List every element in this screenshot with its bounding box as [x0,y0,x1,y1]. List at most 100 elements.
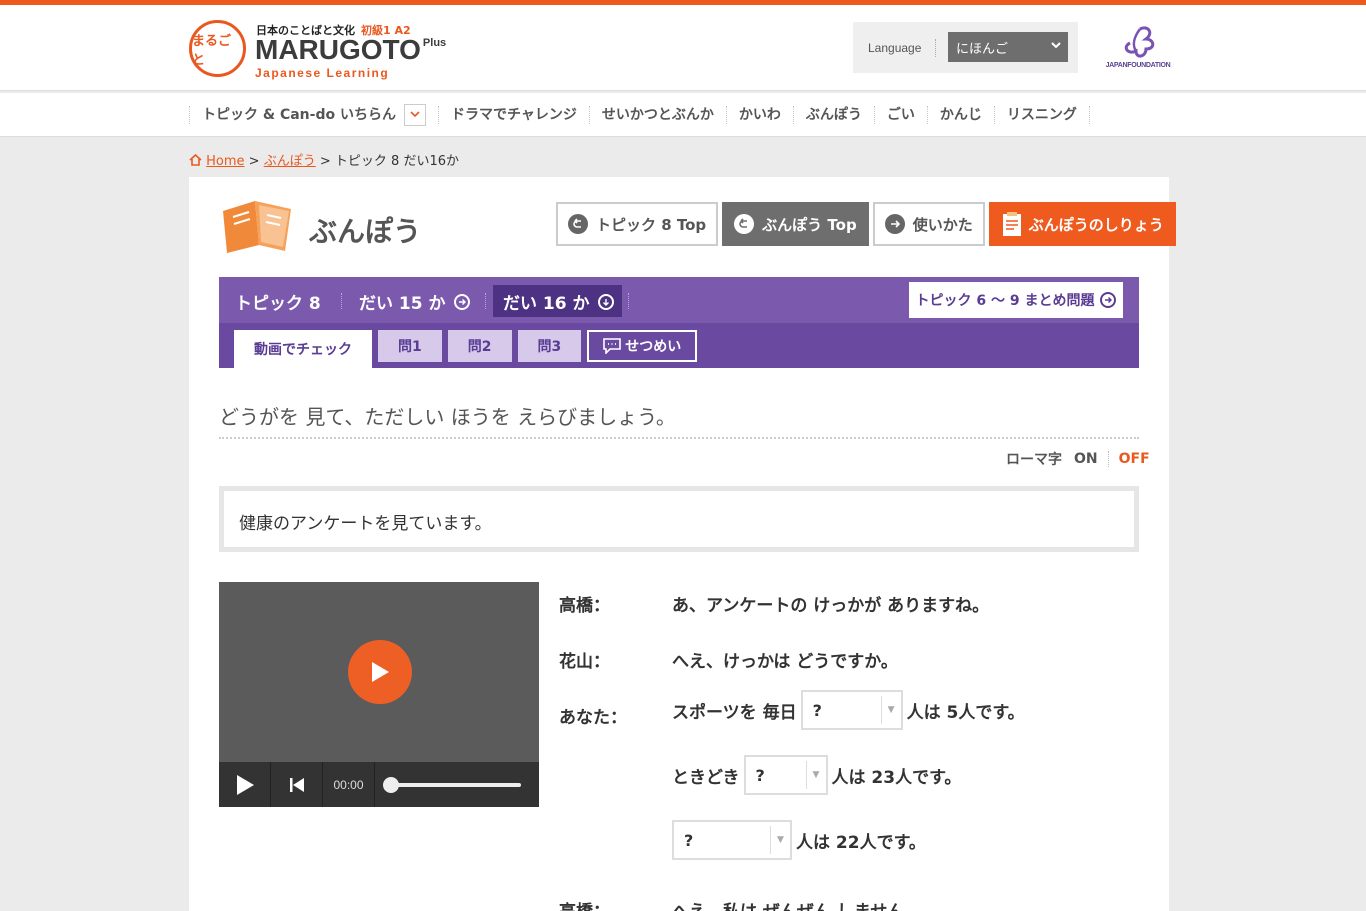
lesson-prev-label: だい 15 か [359,294,446,314]
lesson-prev-link[interactable]: だい 15 か [359,289,470,314]
arrow-down-icon [597,293,614,310]
lesson-bar-top: トピック 8 だい 15 か だい 16 か トピック 6 〜 9 まとめ問題 [219,277,1139,323]
main-panel: ぶんぽう トピック 8 Top ぶんぽう Top 使いかた ぶんぽうのしりょう … [189,177,1176,911]
play-icon [372,662,389,682]
section-title: ぶんぽう [309,215,422,248]
romaji-off-button[interactable]: OFF [1119,451,1150,467]
caret-down-icon: ▼ [805,761,826,789]
nav-item-drama[interactable]: ドラマでチャレンジ [437,106,589,124]
dialogue-text: スポーツを 毎日 [672,702,797,723]
dialogue-text: 人は 23人です。 [831,767,962,788]
skip-back-icon [289,777,304,792]
nav-item-label: かいわ [738,107,781,123]
restart-button[interactable] [271,762,323,807]
language-divider [935,39,936,57]
caret-down-icon: ▼ [770,826,790,854]
nav-item-label: かんじ [939,107,982,123]
lesson-topic: トピック 8 [235,289,321,314]
video-player[interactable]: 00:00 [219,582,539,807]
grammar-materials-button[interactable]: ぶんぽうのしりょう [988,202,1176,246]
dialogue-text: ときどき [672,767,740,788]
home-icon [189,153,202,166]
romaji-label: ローマ字 [1006,452,1062,468]
nav-item-kanji[interactable]: かんじ [926,106,994,124]
summary-quiz-button[interactable]: トピック 6 〜 9 まとめ問題 [909,282,1123,318]
romaji-divider [1107,451,1109,467]
breadcrumb-section-link[interactable]: ぶんぽう [264,154,316,169]
answer-select-2[interactable]: ? ▼ [743,755,828,795]
how-to-use-button[interactable]: 使いかた [872,202,985,246]
how-to-use-label: 使いかた [912,215,973,234]
japan-foundation-logo[interactable]: JAPANFOUNDATION [1105,25,1171,77]
dialogue-line: へえ、けっかは どうですか。 [672,652,898,672]
nav-dropdown-toggle[interactable] [403,104,426,126]
language-switcher: Language にほんご [853,22,1078,73]
nav-item-grammar[interactable]: ぶんぽう [792,106,874,124]
nav-item-vocabulary[interactable]: ごい [873,106,927,124]
breadcrumb-separator: > [248,154,260,169]
video-seek-bar[interactable] [375,762,539,807]
lesson-current-label: だい 16 か [503,294,590,314]
lesson-current[interactable]: だい 16 か [503,289,614,314]
grammar-materials-label: ぶんぽうのしりょう [1028,215,1164,234]
tab-question-2[interactable]: 問2 [447,330,512,362]
main-nav: トピック & Can-do いちらん ドラマでチャレンジ せいかつとぶんか かい… [0,93,1366,137]
summary-quiz-label: トピック 6 〜 9 まとめ問題 [915,293,1095,309]
play-icon [236,774,254,795]
dialogue-line: へえ、私は ぜんぜん しません。 [672,897,921,911]
lesson-bar: トピック 8 だい 15 か だい 16 か トピック 6 〜 9 まとめ問題 … [219,277,1139,368]
play-button[interactable] [219,762,271,807]
context-box: 健康のアンケートを見ています。 [219,486,1139,552]
grammar-top-button[interactable]: ぶんぽう Top [722,202,869,246]
nav-item-topic-list[interactable]: トピック & Can-do いちらん [189,104,438,126]
big-play-button[interactable] [348,640,412,704]
caret-down-icon: ▼ [880,696,901,724]
chevron-down-icon [410,111,420,118]
topic-top-button[interactable]: トピック 8 Top [556,202,719,246]
lesson-tabs: 動画でチェック 問1 問2 問3 せつめい [234,330,698,368]
japan-foundation-text: JAPANFOUNDATION [1105,62,1171,69]
video-time: 00:00 [323,762,375,807]
nav-item-listening[interactable]: リスニング [993,106,1090,124]
answer-select-1[interactable]: ? ▼ [800,690,903,730]
chevron-down-icon [1051,42,1061,49]
breadcrumb: Home > ぶんぽう > トピック 8 だい16か [189,150,459,169]
language-select-value: にほんご [956,42,1009,57]
japan-foundation-flower-icon [1124,26,1155,58]
lesson-bar-divider [628,293,629,309]
speaker-takahashi: 高橋： [559,596,610,616]
answer-select-value: ? [812,701,822,720]
tab-question-1[interactable]: 問1 [378,330,442,362]
language-select[interactable]: にほんご [948,32,1068,62]
tab-question-3[interactable]: 問3 [517,330,582,362]
nav-item-culture[interactable]: せいかつとぶんか [588,106,726,124]
instruction-text: どうがを 見て、ただしい ほうを えらびましょう。 [219,405,676,429]
logo-plus: Plus [422,37,447,49]
tab-label: 動画でチェック [254,342,352,358]
topic-top-label: トピック 8 Top [596,215,707,234]
nav-item-conversation[interactable]: かいわ [725,106,793,124]
seek-track [389,783,521,787]
tab-explanation[interactable]: せつめい [587,330,698,362]
return-icon [568,214,588,234]
nav-item-label: ドラマでチャレンジ [450,107,577,123]
lesson-topic-label: トピック 8 [235,294,321,314]
site-header: まるごと 日本のことばと文化 初級1 A2 MARUGOTO Plus Japane… [0,5,1366,91]
main-nav-list: トピック & Can-do いちらん ドラマでチャレンジ せいかつとぶんか かい… [189,103,1090,127]
seek-handle[interactable] [383,777,399,793]
lesson-bar-divider [341,293,342,309]
logo-title-text: MARUGOTO [255,34,421,65]
breadcrumb-separator: > [319,154,331,169]
marugoto-logo[interactable]: まるごと 日本のことばと文化 初級1 A2 MARUGOTO Plus Japane… [189,20,479,80]
arrow-right-icon [884,214,905,234]
breadcrumb-home-link[interactable]: Home [206,154,244,169]
speaker-hanayama: 花山： [559,652,610,672]
romaji-on-button[interactable]: ON [1074,451,1098,467]
speaker-you: あなた： [559,708,627,728]
lesson-bar-divider [485,293,486,309]
tab-video-check[interactable]: 動画でチェック [234,330,372,368]
answer-select-value: ? [755,766,765,785]
speaker-takahashi: 高橋： [559,897,610,911]
answer-select-3[interactable]: ? ▼ [672,820,792,860]
logo-subtitle: Japanese Learning [255,66,390,80]
